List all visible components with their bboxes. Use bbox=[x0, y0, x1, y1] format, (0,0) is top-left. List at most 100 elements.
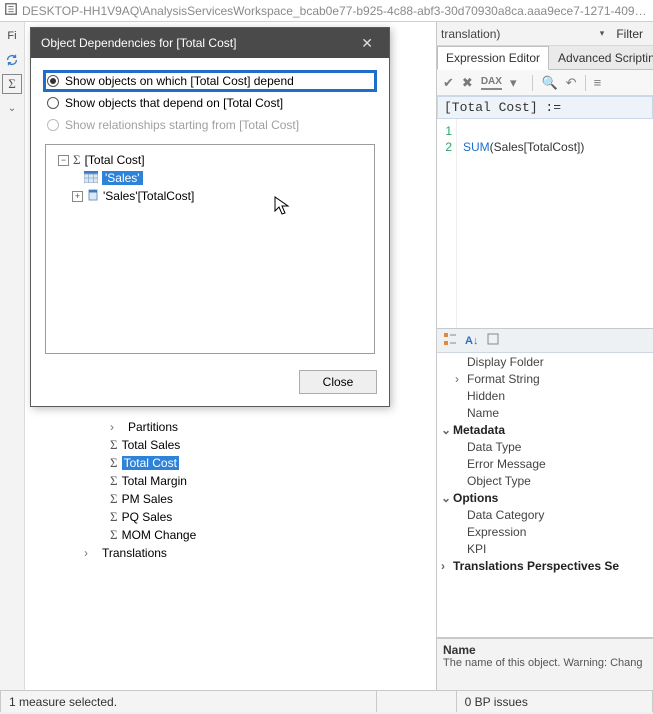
chevron-right-icon[interactable]: › bbox=[84, 546, 94, 560]
property-label: Format String bbox=[467, 372, 540, 386]
tab-advanced-scripting[interactable]: Advanced Scripting bbox=[549, 46, 653, 69]
property-row[interactable]: Error Message bbox=[437, 455, 653, 472]
property-pages-icon[interactable] bbox=[486, 332, 500, 349]
property-label: Display Folder bbox=[467, 355, 544, 369]
collapse-icon[interactable]: − bbox=[58, 155, 69, 166]
window-title: DESKTOP-HH1V9AQ\AnalysisServicesWorkspac… bbox=[22, 4, 647, 18]
property-row[interactable]: Data Category bbox=[437, 506, 653, 523]
property-row[interactable]: Display Folder bbox=[437, 353, 653, 370]
close-button[interactable]: Close bbox=[299, 370, 377, 394]
properties-toolbar: A↓ bbox=[437, 329, 653, 353]
property-row[interactable]: Object Type bbox=[437, 472, 653, 489]
tree-partitions[interactable]: › Partitions bbox=[50, 418, 436, 436]
sigma-icon: Σ bbox=[110, 473, 118, 489]
property-label: Name bbox=[467, 406, 499, 420]
dep-column[interactable]: + 'Sales'[TotalCost] bbox=[50, 187, 370, 205]
radio-relationships: Show relationships starting from [Total … bbox=[45, 116, 375, 134]
property-row[interactable]: KPI bbox=[437, 540, 653, 557]
property-label: KPI bbox=[467, 542, 486, 556]
right-pane: translation) ▾ Filter Expression Editor … bbox=[437, 22, 653, 690]
dialog-title: Object Dependencies for [Total Cost] bbox=[41, 36, 236, 50]
separator bbox=[585, 75, 586, 91]
dep-table[interactable]: 'Sales' bbox=[50, 169, 370, 187]
tree-measure[interactable]: ΣPQ Sales bbox=[50, 508, 436, 526]
expander-icon[interactable]: ⌄ bbox=[441, 491, 453, 505]
property-label: Error Message bbox=[467, 457, 546, 471]
dep-root[interactable]: − Σ [Total Cost] bbox=[50, 151, 370, 169]
separator bbox=[532, 75, 533, 91]
close-icon[interactable]: ✕ bbox=[355, 33, 379, 54]
property-group[interactable]: ⌄Options bbox=[437, 489, 653, 506]
code-content[interactable]: SUM(Sales[TotalCost]) bbox=[457, 119, 653, 328]
radio-dependents[interactable]: Show objects that depend on [Total Cost] bbox=[45, 94, 375, 112]
right-top-bar: translation) ▾ Filter bbox=[437, 22, 653, 46]
dax-format-button[interactable]: DAX bbox=[481, 76, 502, 90]
tree-measure-selected[interactable]: ΣTotal Cost bbox=[50, 454, 436, 472]
dependency-tree[interactable]: − Σ [Total Cost] 'Sales' + 'Sales'[Total… bbox=[45, 144, 375, 354]
tree-measure[interactable]: ΣTotal Sales bbox=[50, 436, 436, 454]
toolstrip-file[interactable]: Fi bbox=[2, 26, 22, 46]
sigma-icon: Σ bbox=[73, 152, 81, 168]
chevron-right-icon[interactable]: › bbox=[110, 420, 120, 434]
property-row[interactable]: Data Type bbox=[437, 438, 653, 455]
status-mid bbox=[377, 691, 457, 712]
toolstrip-expand-icon[interactable]: ⌄ bbox=[2, 98, 22, 118]
tab-expression-editor[interactable]: Expression Editor bbox=[437, 46, 549, 70]
sigma-icon: Σ bbox=[110, 437, 118, 453]
dropdown-arrow-icon[interactable]: ▾ bbox=[600, 28, 605, 39]
radio-icon[interactable] bbox=[47, 75, 59, 87]
tree-translations[interactable]: › Translations bbox=[50, 544, 436, 562]
dropdown-icon[interactable]: ▾ bbox=[510, 75, 517, 91]
toolstrip-refresh-icon[interactable] bbox=[2, 50, 22, 70]
find-icon[interactable]: 🔍 bbox=[541, 75, 557, 91]
toolstrip-sigma-icon[interactable]: Σ bbox=[2, 74, 22, 94]
editor-tabs: Expression Editor Advanced Scripting bbox=[437, 46, 653, 70]
sigma-icon: Σ bbox=[110, 491, 118, 507]
filter-label[interactable]: Filter bbox=[610, 27, 649, 41]
column-icon bbox=[87, 189, 99, 204]
property-row[interactable]: Expression bbox=[437, 523, 653, 540]
expander-icon[interactable]: › bbox=[441, 559, 453, 573]
code-editor[interactable]: 1 2 SUM(Sales[TotalCost]) bbox=[437, 119, 653, 329]
radio-icon[interactable] bbox=[47, 97, 59, 109]
tree-measure[interactable]: ΣMOM Change bbox=[50, 526, 436, 544]
status-bp-issues: 0 BP issues bbox=[457, 691, 653, 712]
expander-icon[interactable]: › bbox=[455, 372, 467, 386]
property-label: Data Category bbox=[467, 508, 544, 522]
cancel-icon[interactable]: ✖ bbox=[462, 75, 473, 91]
table-icon bbox=[84, 171, 98, 186]
comment-icon[interactable]: ≡ bbox=[594, 75, 602, 90]
property-group[interactable]: ⌄Metadata bbox=[437, 421, 653, 438]
object-dependencies-dialog: Object Dependencies for [Total Cost] ✕ S… bbox=[30, 27, 390, 407]
tree-measure[interactable]: ΣPM Sales bbox=[50, 490, 436, 508]
property-row[interactable]: Name bbox=[437, 404, 653, 421]
property-group[interactable]: ›Translations Perspectives Se bbox=[437, 557, 653, 574]
property-label: Object Type bbox=[467, 474, 531, 488]
status-selection: 1 measure selected. bbox=[0, 691, 377, 712]
property-label: Hidden bbox=[467, 389, 505, 403]
radio-icon bbox=[47, 119, 59, 131]
alphabetical-icon[interactable]: A↓ bbox=[465, 335, 478, 347]
expression-toolbar: ✔ ✖ DAX ▾ 🔍 ↶ ≡ bbox=[437, 70, 653, 96]
property-description: The name of this object. Warning: Chang bbox=[443, 657, 647, 669]
translation-dropdown[interactable]: translation) bbox=[441, 27, 500, 41]
property-label: Translations Perspectives Se bbox=[453, 559, 619, 573]
accept-icon[interactable]: ✔ bbox=[443, 75, 454, 91]
left-toolstrip: Fi Σ ⌄ bbox=[0, 22, 25, 690]
expand-icon[interactable]: + bbox=[72, 191, 83, 202]
line-gutter: 1 2 bbox=[437, 119, 457, 328]
property-label: Metadata bbox=[453, 423, 505, 437]
radio-depends-on[interactable]: Show objects on which [Total Cost] depen… bbox=[45, 72, 375, 90]
sigma-icon: Σ bbox=[110, 527, 118, 543]
properties-grid[interactable]: Display Folder›Format StringHiddenName⌄M… bbox=[437, 353, 653, 638]
categorized-icon[interactable] bbox=[443, 332, 457, 349]
tree-measure[interactable]: ΣTotal Margin bbox=[50, 472, 436, 490]
expression-header: [Total Cost] := bbox=[437, 96, 653, 119]
property-row[interactable]: ›Format String bbox=[437, 370, 653, 387]
dialog-titlebar[interactable]: Object Dependencies for [Total Cost] ✕ bbox=[31, 28, 389, 58]
undo-icon[interactable]: ↶ bbox=[566, 75, 577, 91]
expander-icon[interactable]: ⌄ bbox=[441, 423, 453, 437]
property-row[interactable]: Hidden bbox=[437, 387, 653, 404]
sigma-icon: Σ bbox=[110, 455, 118, 471]
app-icon bbox=[4, 2, 18, 19]
